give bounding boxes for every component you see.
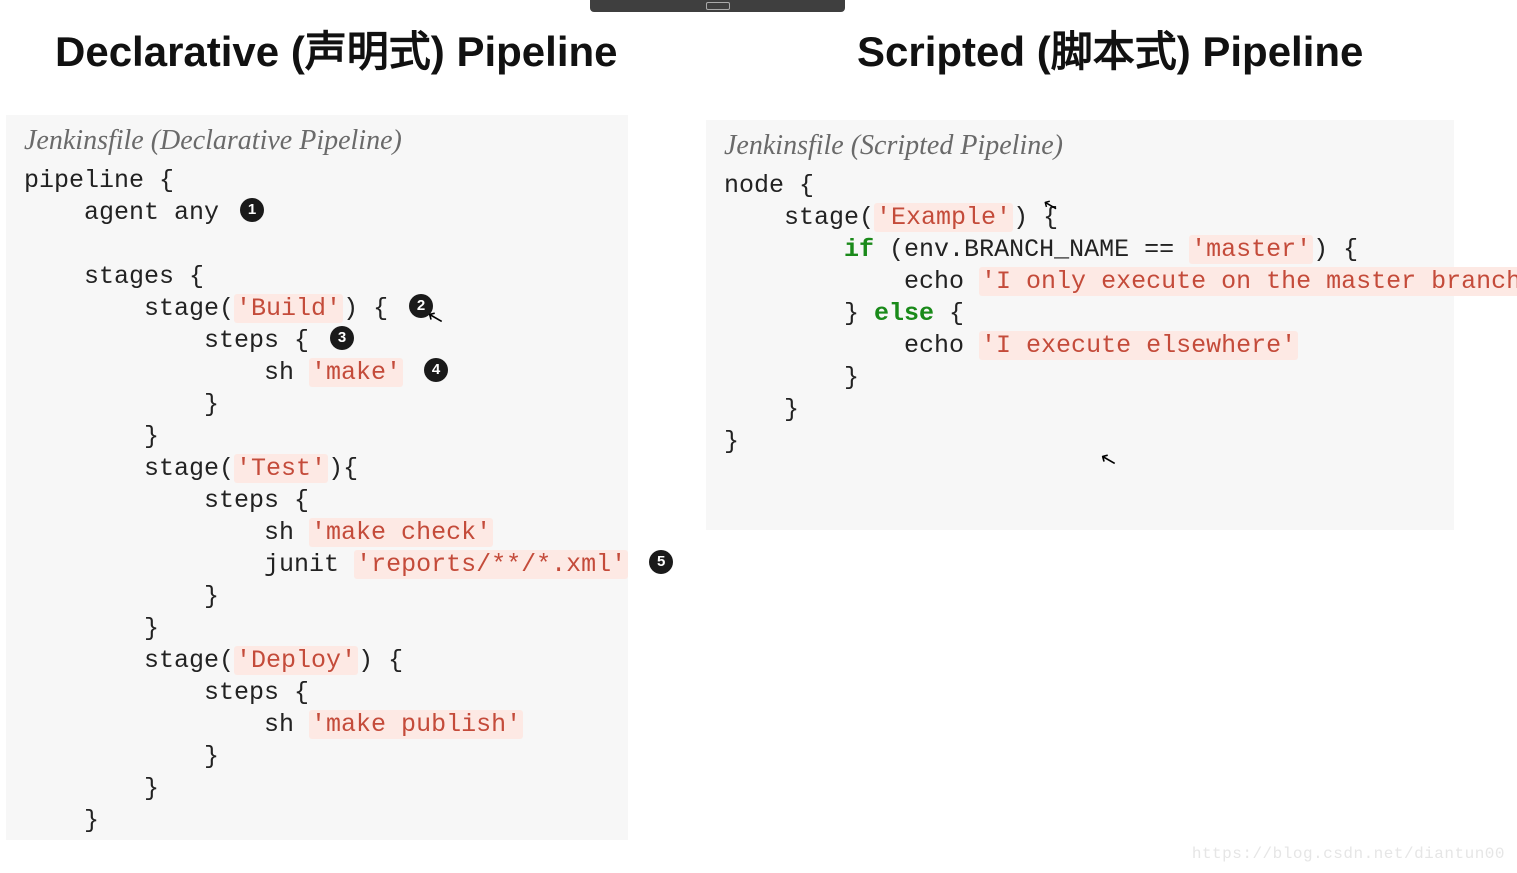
heading-scripted: Scripted (脚本式) Pipeline — [857, 18, 1363, 79]
keyword-else: else — [874, 299, 934, 328]
callout-3: 3 — [330, 326, 354, 350]
string-literal: 'I only execute on the master branch' — [979, 267, 1517, 296]
watermark-text: https://blog.csdn.net/diantun00 — [1192, 845, 1505, 863]
code-line: } — [724, 427, 739, 456]
code-text: ) { — [358, 646, 403, 675]
declarative-caption: Jenkinsfile (Declarative Pipeline) — [24, 125, 610, 157]
code-line: } — [24, 742, 219, 771]
code-line: junit — [24, 550, 354, 579]
scripted-code: node { stage('Example') { if (env.BRANCH… — [724, 170, 1436, 458]
browser-tool-fragment — [590, 0, 845, 12]
string-literal: 'Test' — [234, 454, 328, 483]
callout-4: 4 — [424, 358, 448, 382]
code-text: ) { — [343, 294, 403, 323]
code-line — [724, 235, 844, 264]
code-line: stages { — [24, 262, 204, 291]
code-line: } — [24, 614, 159, 643]
code-line: } — [24, 390, 219, 419]
code-line: } — [724, 299, 874, 328]
string-literal: 'master' — [1189, 235, 1313, 264]
code-text: ) { — [1013, 203, 1058, 232]
code-line: } — [724, 363, 859, 392]
code-line: sh — [24, 358, 309, 387]
code-line: } — [24, 582, 219, 611]
code-line: stage( — [724, 203, 874, 232]
code-line: stage( — [24, 646, 234, 675]
string-literal: 'make check' — [309, 518, 493, 547]
string-literal: 'Build' — [234, 294, 343, 323]
declarative-code-panel: Jenkinsfile (Declarative Pipeline) pipel… — [6, 115, 628, 840]
code-line: sh — [24, 518, 309, 547]
code-line: } — [24, 422, 159, 451]
code-line: steps { — [24, 486, 309, 515]
string-literal: 'I execute elsewhere' — [979, 331, 1298, 360]
code-line: node { — [724, 171, 814, 200]
code-text: (env.BRANCH_NAME == — [874, 235, 1189, 264]
scripted-code-panel: Jenkinsfile (Scripted Pipeline) node { s… — [706, 120, 1454, 530]
code-line: steps { — [24, 326, 324, 355]
code-line: echo — [724, 331, 979, 360]
code-line: sh — [24, 710, 309, 739]
code-text: ){ — [328, 454, 358, 483]
callout-5: 5 — [649, 550, 673, 574]
string-literal: 'make' — [309, 358, 403, 387]
scripted-caption: Jenkinsfile (Scripted Pipeline) — [724, 130, 1436, 162]
keyword-if: if — [844, 235, 874, 264]
callout-2: 2 — [409, 294, 433, 318]
code-line: stage( — [24, 454, 234, 483]
code-line: } — [24, 806, 99, 835]
code-line: stage( — [24, 294, 234, 323]
code-text: ) { — [1313, 235, 1358, 264]
string-literal: 'Deploy' — [234, 646, 358, 675]
string-literal: 'reports/**/*.xml' — [354, 550, 628, 579]
string-literal: 'make publish' — [309, 710, 523, 739]
code-line: pipeline { — [24, 166, 174, 195]
code-text — [628, 550, 643, 579]
code-text — [403, 358, 418, 387]
declarative-code: pipeline { agent any 1 stages { stage('B… — [24, 165, 610, 837]
code-line: } — [724, 395, 799, 424]
code-line: steps { — [24, 678, 309, 707]
code-text: { — [934, 299, 964, 328]
code-line: echo — [724, 267, 979, 296]
callout-1: 1 — [240, 198, 264, 222]
heading-declarative: Declarative (声明式) Pipeline — [55, 18, 618, 79]
code-line: } — [24, 774, 159, 803]
tool-icon — [706, 2, 730, 10]
string-literal: 'Example' — [874, 203, 1013, 232]
code-line: agent any — [24, 198, 234, 227]
